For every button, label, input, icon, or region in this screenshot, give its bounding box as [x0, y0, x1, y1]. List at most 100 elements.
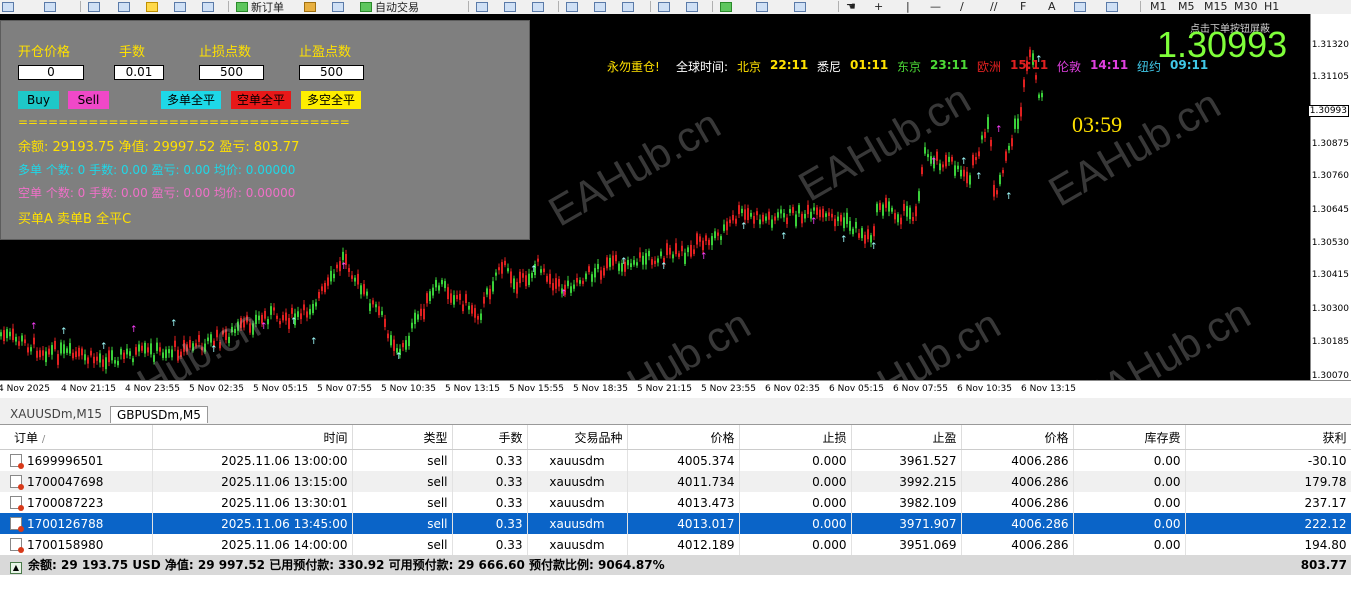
candlestick-icon[interactable] [504, 0, 516, 13]
candle-body [300, 313, 302, 320]
candle-body [519, 271, 521, 284]
indicators-icon[interactable] [720, 0, 732, 13]
orders-table: 订单 / 时间 类型 手数 交易品种 价格 止损 止盈 价格 库存费 获利 16… [0, 424, 1351, 607]
col-lots[interactable]: 手数 [452, 425, 528, 450]
candle-body [348, 268, 350, 272]
col-stop-loss[interactable]: 止损 [739, 425, 852, 450]
trendline-icon[interactable]: ∕ [960, 0, 964, 13]
market-watch-icon[interactable] [88, 0, 100, 13]
lots-input[interactable]: 0.01 [114, 65, 164, 80]
terminal-icon[interactable] [174, 0, 186, 13]
auto-trading-button[interactable]: 自动交易 [360, 0, 419, 14]
bar-chart-icon[interactable] [476, 0, 488, 13]
timeframe-m5[interactable]: M5 [1178, 0, 1195, 13]
vertical-line-icon[interactable]: | [906, 0, 910, 13]
col-swap[interactable]: 库存费 [1073, 425, 1186, 450]
tile-windows-icon[interactable] [622, 0, 634, 13]
navigator-star-icon[interactable] [146, 0, 158, 13]
table-row[interactable]: 1700047698 2025.11.06 13:15:00 sell 0.33 xau… [0, 471, 1351, 492]
price-axis[interactable]: 1.31320 1.31105 1.30993 1.30875 1.30760 1.306… [1307, 14, 1351, 381]
order-stop-loss: 0.000 [739, 513, 852, 534]
tab-xauusdm-m15[interactable]: XAUUSDm,M15 [4, 406, 108, 422]
candle-body [939, 163, 941, 171]
order-take-profit: 3951.069 [851, 534, 962, 555]
channel-icon[interactable]: ∕∕ [990, 0, 997, 13]
order-open-price: 4012.189 [627, 534, 740, 555]
candle-body [567, 280, 569, 287]
candle-body [630, 263, 632, 267]
take-profit-input[interactable]: 500 [299, 65, 364, 80]
col-symbol[interactable]: 交易品种 [527, 425, 628, 450]
col-type[interactable]: 类型 [352, 425, 453, 450]
candle-body [834, 218, 836, 227]
candle-body [906, 205, 908, 217]
col-time[interactable]: 时间 [152, 425, 353, 450]
time-tick-label: 6 Nov 05:15 [829, 384, 884, 394]
zoom-in-icon[interactable] [566, 0, 578, 13]
table-row[interactable]: 1700158980 2025.11.06 14:00:00 sell 0.33 xau… [0, 534, 1351, 555]
signal-arrow: ↑ [840, 235, 848, 245]
sell-button[interactable]: Sell [68, 91, 109, 109]
open-price-input[interactable]: 0 [18, 65, 84, 80]
timeframe-m30[interactable]: M30 [1234, 0, 1258, 13]
candle-body [645, 253, 647, 265]
col-current-price[interactable]: 价格 [961, 425, 1074, 450]
candle-body [342, 251, 344, 261]
fibonacci-icon[interactable]: F [1020, 0, 1026, 13]
candle-body [606, 257, 608, 269]
table-row[interactable]: 1699996501 2025.11.06 13:00:00 sell 0.33 xau… [0, 449, 1351, 471]
time-tick-label: 6 Nov 10:35 [957, 384, 1012, 394]
candle-body [291, 307, 293, 314]
col-open-price[interactable]: 价格 [627, 425, 740, 450]
candle-body [762, 214, 764, 222]
time-tick-label: 4 Nov 23:55 [125, 384, 180, 394]
text-tool-icon[interactable]: A [1048, 0, 1056, 13]
label-tool-icon[interactable] [1074, 0, 1086, 13]
chart-shift-icon[interactable] [686, 0, 698, 13]
new-order-button[interactable]: 新订单 [236, 0, 284, 14]
table-row[interactable]: 1700087223 2025.11.06 13:30:01 sell 0.33 xau… [0, 492, 1351, 513]
candle-body [996, 190, 998, 195]
col-ticket[interactable]: 订单 / [0, 425, 153, 450]
strategy-tester-icon[interactable] [202, 0, 214, 13]
signals-icon[interactable] [332, 0, 344, 13]
data-window-icon[interactable] [118, 0, 130, 13]
timeframe-m1[interactable]: M1 [1150, 0, 1167, 13]
tab-gbpusdm-m5[interactable]: GBPUSDm,M5 [110, 406, 208, 423]
horizontal-line-icon[interactable]: — [930, 0, 941, 13]
time-tick-label: 6 Nov 13:15 [1021, 384, 1076, 394]
periods-icon[interactable] [756, 0, 768, 13]
table-row[interactable]: 1700126788 2025.11.06 13:45:00 sell 0.33 xau… [0, 513, 1351, 534]
stop-loss-input[interactable]: 500 [199, 65, 264, 80]
candle-body [792, 207, 794, 214]
close-long-button[interactable]: 多单全平 [161, 91, 221, 109]
signal-arrow: ↑ [1005, 192, 1013, 202]
timeframe-m15[interactable]: M15 [1204, 0, 1228, 13]
close-all-button[interactable]: 多空全平 [301, 91, 361, 109]
candle-body [819, 209, 821, 218]
col-profit[interactable]: 获利 [1185, 425, 1351, 450]
crosshair-icon[interactable]: + [874, 0, 883, 13]
timeframe-h1[interactable]: H1 [1264, 0, 1279, 13]
candle-body [477, 316, 479, 320]
candle-body [579, 280, 581, 284]
close-short-button[interactable]: 空单全平 [231, 91, 291, 109]
zoom-out-icon[interactable] [594, 0, 606, 13]
time-axis[interactable]: 4 Nov 2025 4 Nov 21:15 4 Nov 23:55 5 Nov 02… [0, 380, 1351, 398]
auto-scroll-icon[interactable] [658, 0, 670, 13]
profiles-icon[interactable] [44, 0, 56, 13]
cursor-icon[interactable]: ☚ [846, 0, 856, 13]
candle-body [552, 283, 554, 291]
buy-button[interactable]: Buy [18, 91, 59, 109]
candle-body [441, 279, 443, 285]
candle-body [783, 213, 785, 218]
templates-icon[interactable] [794, 0, 806, 13]
shapes-icon[interactable] [1106, 0, 1118, 13]
meta-editor-icon[interactable] [304, 0, 316, 13]
col-take-profit[interactable]: 止盈 [851, 425, 962, 450]
city-name-europe: 欧洲 [977, 60, 1002, 74]
new-chart-icon[interactable] [2, 0, 14, 13]
line-chart-icon[interactable] [532, 0, 544, 13]
expand-icon[interactable]: ▲ [10, 562, 22, 574]
time-tick-label: 5 Nov 10:35 [381, 384, 436, 394]
